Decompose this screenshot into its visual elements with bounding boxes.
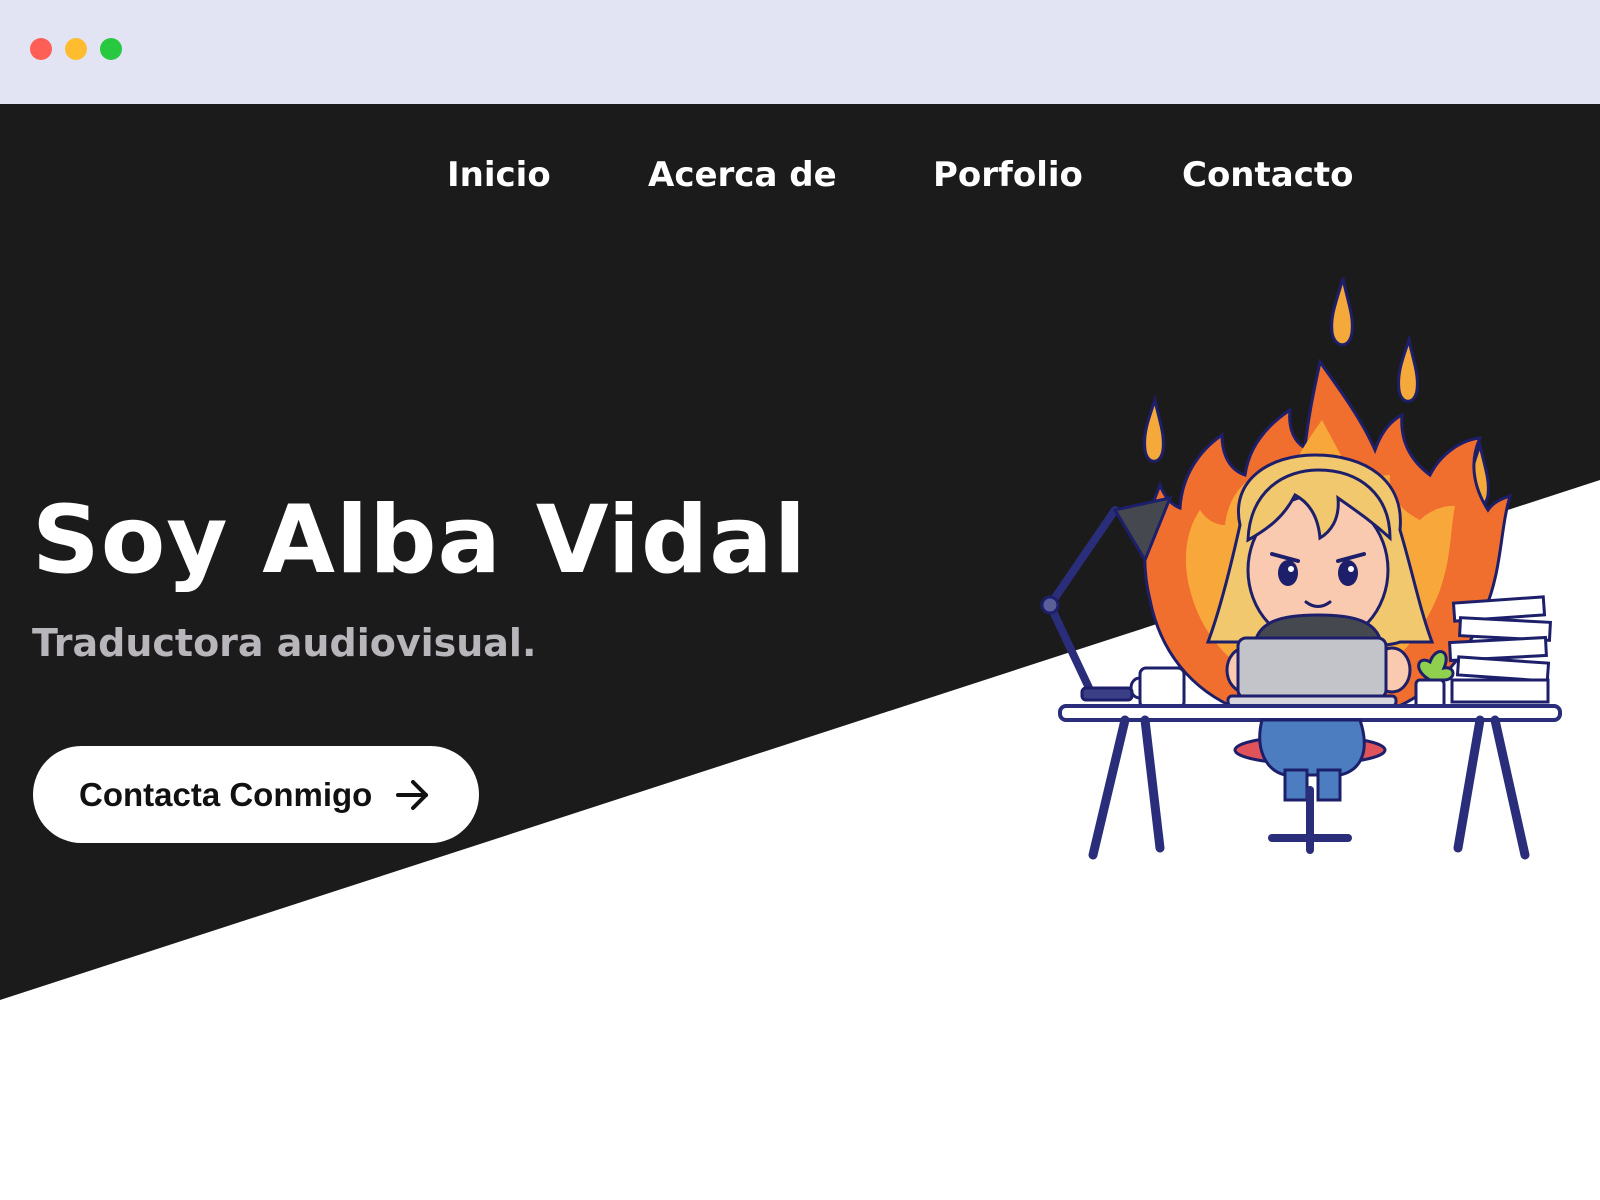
window-minimize-button[interactable] bbox=[65, 38, 87, 60]
nav-item-inicio[interactable]: Inicio bbox=[447, 150, 551, 200]
hero-subtitle: Traductora audiovisual. bbox=[32, 621, 537, 665]
window-maximize-button[interactable] bbox=[100, 38, 122, 60]
nav-item-porfolio[interactable]: Porfolio bbox=[933, 150, 1083, 200]
arrow-right-icon bbox=[396, 780, 428, 810]
main-nav: Inicio Acerca de Porfolio Contacto bbox=[0, 150, 1600, 200]
contact-me-button-label: Contacta Conmigo bbox=[79, 776, 373, 813]
woman-on-fire-at-desk-illustration bbox=[1040, 277, 1562, 860]
contact-me-button[interactable]: Contacta Conmigo bbox=[33, 746, 479, 843]
nav-item-acerca-de[interactable]: Acerca de bbox=[648, 150, 837, 200]
browser-chrome-bar bbox=[0, 0, 1600, 104]
nav-item-contacto[interactable]: Contacto bbox=[1182, 150, 1353, 200]
window-close-button[interactable] bbox=[30, 38, 52, 60]
hero-title: Soy Alba Vidal bbox=[32, 486, 807, 595]
